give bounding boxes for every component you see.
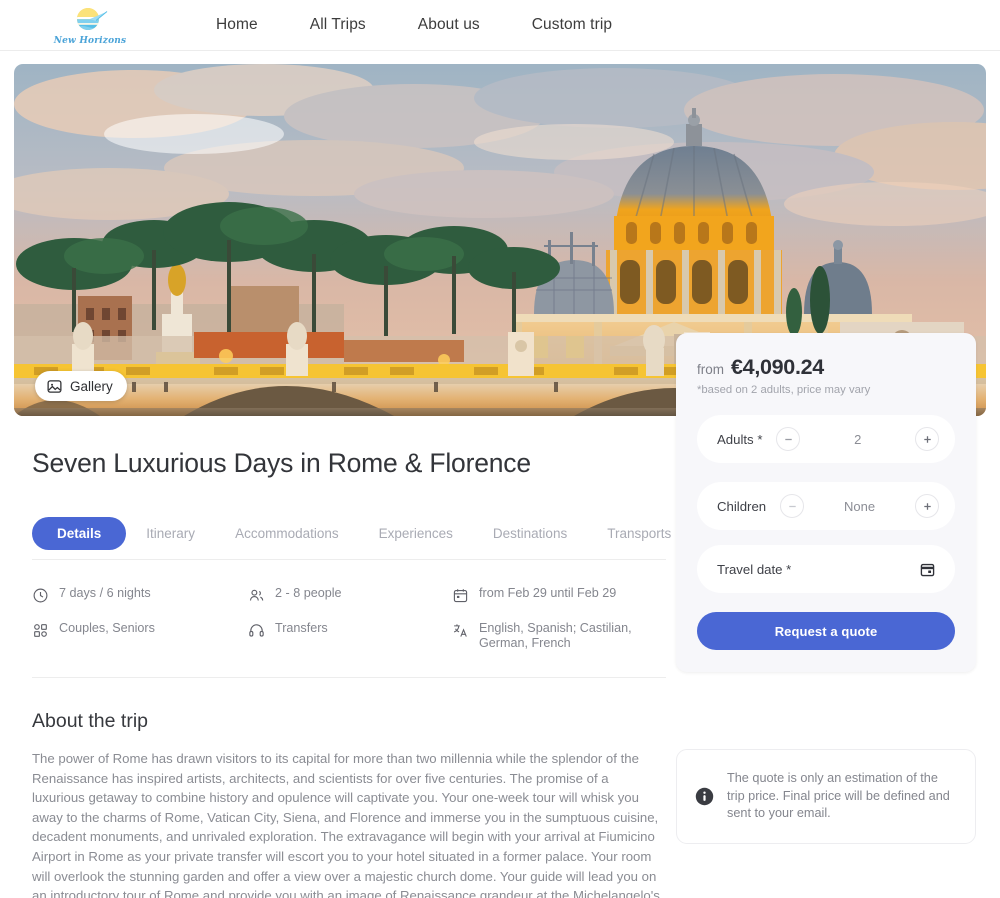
image-icon bbox=[47, 379, 62, 393]
facts-column-1: 7 days / 6 nights Couples, Seniors bbox=[32, 586, 248, 651]
fact-group-size: 2 - 8 people bbox=[248, 586, 452, 604]
people-icon bbox=[249, 589, 264, 601]
sun-horizon-logo-icon bbox=[77, 7, 108, 30]
nav-link-home[interactable]: Home bbox=[190, 16, 284, 34]
trip-facts: 7 days / 6 nights Couples, Seniors 2 - 8… bbox=[32, 586, 666, 678]
calendar-icon bbox=[453, 589, 468, 603]
quote-disclaimer-text: The quote is only an estimation of the t… bbox=[727, 771, 950, 821]
travel-date-field[interactable]: Travel date * bbox=[697, 545, 955, 593]
fact-duration: 7 days / 6 nights bbox=[32, 586, 248, 604]
travel-date-label: Travel date * bbox=[717, 561, 792, 577]
nav-link-custom-trip[interactable]: Custom trip bbox=[506, 16, 638, 34]
page-title: Seven Luxurious Days in Rome & Florence bbox=[32, 448, 531, 478]
children-increment-button[interactable] bbox=[915, 494, 939, 518]
fact-transfers-text: Transfers bbox=[275, 621, 328, 635]
minus-icon bbox=[788, 505, 796, 507]
facts-column-2: 2 - 8 people Transfers bbox=[248, 586, 452, 651]
adults-value: 2 bbox=[854, 431, 862, 447]
clock-icon bbox=[33, 588, 48, 603]
navbar: New Horizons Home All Trips About us Cus… bbox=[0, 0, 1000, 51]
children-value: None bbox=[844, 498, 876, 514]
minus-icon bbox=[785, 438, 792, 440]
about-heading: About the trip bbox=[32, 710, 148, 732]
price-note: *based on 2 adults, price may vary bbox=[697, 384, 871, 396]
children-stepper: Children None bbox=[697, 482, 955, 530]
gallery-button[interactable]: Gallery bbox=[35, 371, 127, 401]
category-grid-icon bbox=[34, 624, 47, 637]
plus-icon bbox=[923, 435, 931, 443]
price-value: €4,090.24 bbox=[731, 355, 824, 379]
request-quote-button[interactable]: Request a quote bbox=[697, 612, 955, 650]
tab-destinations[interactable]: Destinations bbox=[473, 517, 587, 550]
headset-icon bbox=[249, 624, 264, 637]
logo-text: New Horizons bbox=[53, 35, 127, 46]
price-row: from €4,090.24 bbox=[697, 355, 955, 380]
nav-link-about-us[interactable]: About us bbox=[392, 16, 506, 34]
logo[interactable]: New Horizons bbox=[20, 5, 160, 46]
fact-dates: from Feb 29 until Feb 29 bbox=[452, 586, 666, 604]
adults-decrement-button[interactable] bbox=[776, 427, 801, 451]
fact-audience: Couples, Seniors bbox=[32, 621, 248, 639]
trip-details-column: Seven Luxurious Days in Rome & Florence … bbox=[32, 416, 671, 898]
nav-links: Home All Trips About us Custom trip bbox=[190, 16, 638, 34]
trip-tabs: Details Itinerary Accommodations Experie… bbox=[32, 517, 671, 560]
price-from-label: from bbox=[697, 362, 724, 377]
nav-link-all-trips[interactable]: All Trips bbox=[284, 16, 392, 34]
plus-icon bbox=[923, 502, 931, 510]
calendar-icon[interactable] bbox=[919, 561, 936, 578]
fact-audience-text: Couples, Seniors bbox=[59, 621, 155, 635]
adults-stepper: Adults * 2 bbox=[697, 415, 955, 463]
fact-group-size-text: 2 - 8 people bbox=[275, 586, 342, 600]
adults-label: Adults * bbox=[717, 431, 763, 447]
children-decrement-button[interactable] bbox=[780, 494, 805, 518]
info-icon bbox=[695, 787, 714, 806]
tab-experiences[interactable]: Experiences bbox=[359, 517, 473, 550]
translate-icon bbox=[453, 624, 467, 637]
adults-increment-button[interactable] bbox=[915, 427, 939, 451]
about-body: The power of Rome has drawn visitors to … bbox=[32, 751, 660, 898]
facts-column-3: from Feb 29 until Feb 29 English, Spanis… bbox=[452, 586, 666, 651]
children-label: Children bbox=[717, 498, 767, 514]
booking-card: from €4,090.24 *based on 2 adults, price… bbox=[676, 333, 976, 672]
tab-details[interactable]: Details bbox=[32, 517, 127, 550]
fact-dates-text: from Feb 29 until Feb 29 bbox=[479, 586, 617, 600]
tab-accommodations[interactable]: Accommodations bbox=[215, 517, 359, 550]
gallery-button-label: Gallery bbox=[70, 378, 113, 394]
fact-duration-text: 7 days / 6 nights bbox=[59, 586, 151, 600]
fact-transfers: Transfers bbox=[248, 621, 452, 639]
quote-disclaimer-card: The quote is only an estimation of the t… bbox=[676, 749, 976, 844]
fact-languages: English, Spanish; Castilian, German, Fre… bbox=[452, 621, 666, 651]
fact-languages-text: English, Spanish; Castilian, German, Fre… bbox=[479, 621, 632, 650]
tab-itinerary[interactable]: Itinerary bbox=[126, 517, 215, 550]
